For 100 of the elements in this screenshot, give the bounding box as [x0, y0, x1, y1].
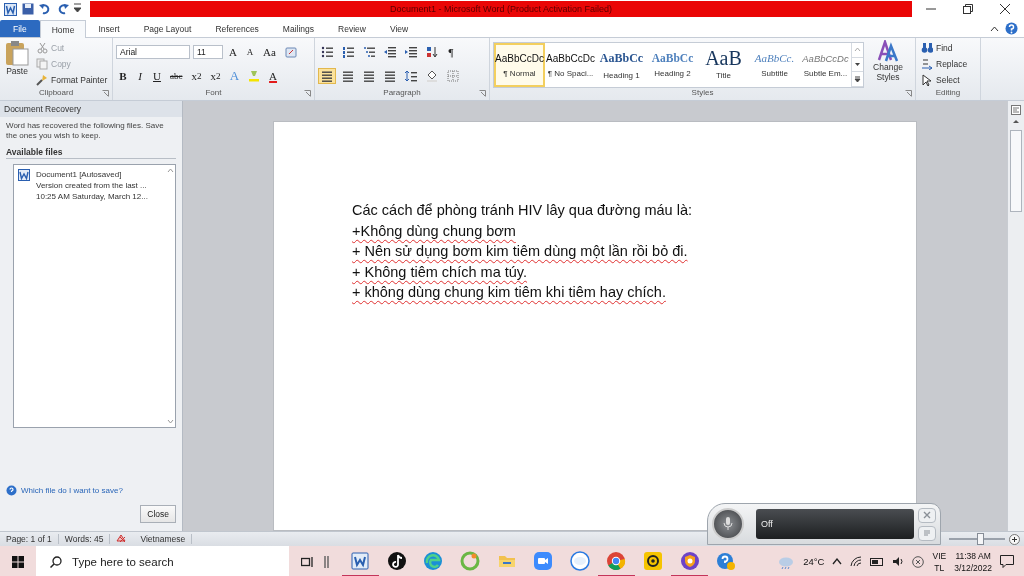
- scroll-down-icon[interactable]: [166, 419, 174, 424]
- app-icon: [716, 550, 737, 571]
- microphone-button[interactable]: [712, 508, 744, 540]
- font-size-field[interactable]: 11: [193, 45, 223, 59]
- scroll-up-icon[interactable]: [1012, 119, 1020, 124]
- editing-button[interactable]: Find: [919, 41, 970, 55]
- notification-icon[interactable]: [1000, 555, 1014, 568]
- pane-divider-icon[interactable]: [324, 555, 330, 568]
- ribbon-tab[interactable]: Mailings: [270, 20, 327, 37]
- scroll-thumb[interactable]: [1010, 130, 1022, 212]
- group-title: Font: [205, 88, 222, 99]
- ribbon-tab[interactable]: References: [203, 20, 271, 37]
- scissors-icon: [36, 42, 48, 54]
- ribbon-tab[interactable]: Insert: [86, 20, 132, 37]
- font-name-field[interactable]: Arial: [116, 45, 190, 59]
- font-button[interactable]: A: [243, 44, 257, 60]
- help-icon: [6, 485, 17, 496]
- font-button[interactable]: B: [116, 68, 130, 84]
- replace-icon: [921, 58, 933, 70]
- microphone-icon: [723, 517, 733, 531]
- cross-circle-icon[interactable]: [912, 555, 925, 568]
- highlighter-icon: [248, 70, 261, 82]
- chevron-up-icon[interactable]: [832, 558, 843, 565]
- dialog-launcher-icon[interactable]: [304, 90, 311, 97]
- search-field[interactable]: Type here to search: [70, 554, 274, 569]
- ribbon-tab[interactable]: Home: [39, 20, 87, 38]
- paragraph-button[interactable]: [318, 68, 336, 84]
- redo-icon[interactable]: [57, 3, 69, 15]
- style-item[interactable]: AaBbCc Heading 1: [596, 43, 647, 87]
- style-item[interactable]: AaBbCc. Subtitle: [749, 43, 800, 87]
- font-button[interactable]: I: [133, 68, 147, 84]
- align-center-icon: [342, 70, 354, 82]
- help-link[interactable]: Which file do I want to save?: [6, 485, 176, 496]
- font-button[interactable]: U: [150, 68, 164, 84]
- panel-title: Document Recovery: [0, 101, 182, 117]
- document-text-line: Các cách để phòng tránh HIV lây qua đường máu là:: [352, 201, 694, 220]
- editing-button[interactable]: Replace: [919, 57, 970, 71]
- clock[interactable]: 11:38 AM 3/12/2022: [954, 549, 992, 574]
- change-styles-button[interactable]: Change Styles: [867, 40, 909, 88]
- word-logo-icon[interactable]: [4, 2, 17, 16]
- paste-button[interactable]: Paste: [3, 40, 31, 88]
- ribbon-tab[interactable]: Page Layout: [131, 20, 204, 37]
- style-item[interactable]: AaBbCcDc Subtle Em...: [800, 43, 851, 87]
- help-icon[interactable]: [1005, 21, 1018, 35]
- dialog-launcher-icon[interactable]: [905, 90, 912, 97]
- borders-icon: [447, 70, 459, 82]
- zoom-in-icon[interactable]: [1009, 533, 1020, 545]
- panel-message: Word has recovered the following files. Save the ones you wish to keep.: [5, 120, 165, 142]
- paragraph-button[interactable]: [402, 44, 420, 60]
- file-entry[interactable]: Document1 [Autosaved] Version created from the last ... 10:25 AM Saturday, March 12...: [18, 169, 148, 202]
- app-icon: [423, 550, 444, 571]
- word-count: Words: 45: [58, 534, 111, 544]
- paragraph-button[interactable]: ¶: [444, 44, 458, 60]
- speaker-icon[interactable]: [892, 556, 905, 567]
- temperature-text[interactable]: 24°C: [803, 556, 825, 567]
- battery-icon[interactable]: [870, 557, 885, 566]
- style-item[interactable]: AaBbCcDc ¶ No Spaci...: [545, 43, 596, 87]
- gallery-scroll-icon[interactable]: [854, 75, 861, 83]
- close-icon[interactable]: [1000, 4, 1011, 14]
- clipboard-icon: [5, 40, 29, 66]
- close-button[interactable]: [918, 507, 936, 523]
- task-view-icon[interactable]: [301, 555, 314, 568]
- bullet-list-icon: [321, 46, 333, 58]
- font-button[interactable]: A: [226, 44, 240, 60]
- dialog-launcher-icon[interactable]: [102, 90, 109, 97]
- styles-icon: [877, 40, 899, 62]
- clipboard-button[interactable]: Format Painter: [34, 73, 110, 87]
- line-spacing-icon: [405, 70, 417, 82]
- document-text-line: + Nên sử dụng bơm kim tiêm dùng một lần rồi bỏ đi.: [352, 242, 689, 262]
- paint-bucket-icon: [426, 70, 438, 82]
- app-icon: [679, 550, 700, 571]
- customize-caret-icon[interactable]: [74, 3, 81, 15]
- ribbon-tab[interactable]: View: [377, 20, 421, 37]
- close-button[interactable]: Close: [140, 505, 176, 523]
- multilevel-list-icon: [363, 46, 375, 58]
- font-button[interactable]: abc: [167, 68, 186, 84]
- language-label[interactable]: Vietnamese: [134, 534, 193, 544]
- proofing-icon[interactable]: [116, 533, 129, 543]
- input-language[interactable]: VIE TL: [932, 549, 947, 574]
- search-bar[interactable]: Type here to search: [36, 546, 289, 576]
- undo-icon[interactable]: [39, 3, 52, 15]
- editing-button[interactable]: Select: [919, 73, 970, 87]
- app-icon: [386, 550, 407, 571]
- sort-icon: [426, 46, 438, 58]
- app-icon: [606, 550, 627, 571]
- restore-icon[interactable]: [963, 4, 973, 14]
- style-item[interactable]: AaB Title: [698, 43, 749, 87]
- ribbon-tab[interactable]: Review: [326, 20, 378, 37]
- ruler-icon[interactable]: [1011, 105, 1021, 115]
- paragraph-button[interactable]: [402, 68, 420, 84]
- close-icon: [923, 511, 931, 519]
- wifi-icon[interactable]: [850, 556, 863, 567]
- style-item[interactable]: AaBbCc Heading 2: [647, 43, 698, 87]
- slider-thumb[interactable]: [976, 533, 984, 545]
- ribbon-tab[interactable]: File: [0, 20, 40, 37]
- font-button[interactable]: A: [266, 68, 281, 84]
- section-heading: Available files: [6, 147, 176, 159]
- dialog-launcher-icon[interactable]: [479, 90, 486, 97]
- save-icon[interactable]: [22, 3, 34, 15]
- font-button[interactable]: Aa: [260, 44, 279, 60]
